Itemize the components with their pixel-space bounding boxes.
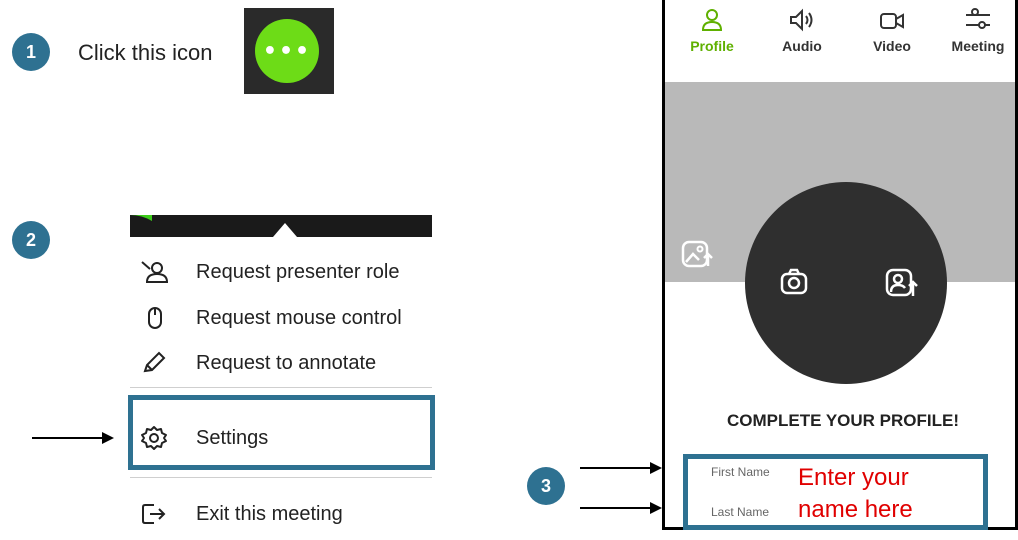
menu-item-request-annotate[interactable]: Request to annotate bbox=[130, 343, 376, 383]
tab-label: Profile bbox=[690, 38, 734, 54]
take-photo-icon[interactable] bbox=[779, 267, 809, 302]
menu-item-label: Exit this meeting bbox=[196, 502, 343, 525]
menu-top-bar bbox=[130, 215, 432, 237]
menu-item-label: Request to annotate bbox=[196, 351, 377, 374]
step1-instruction: Click this icon bbox=[78, 40, 213, 65]
more-options-button[interactable]: ••• bbox=[244, 8, 334, 94]
tab-label: Meeting bbox=[951, 38, 1005, 54]
settings-panel: Profile Audio Video Meeting COMPLETE YOU… bbox=[662, 0, 1018, 530]
menu-divider bbox=[130, 387, 432, 388]
context-menu: Request presenter role Request mouse con… bbox=[130, 215, 432, 540]
upload-banner-icon[interactable] bbox=[681, 240, 713, 273]
name-note-line2: name here bbox=[798, 496, 913, 523]
name-pointer-arrows bbox=[580, 462, 662, 514]
step-badge-2: 2 bbox=[12, 221, 50, 259]
menu-item-request-mouse[interactable]: Request mouse control bbox=[130, 298, 402, 338]
menu-divider bbox=[130, 477, 432, 478]
menu-item-label: Request presenter role bbox=[196, 260, 400, 283]
page-title: COMPLETE YOUR PROFILE! bbox=[726, 411, 960, 430]
tab-video[interactable]: Video bbox=[847, 0, 937, 54]
more-options-icon: ••• bbox=[255, 19, 319, 83]
tab-label: Audio bbox=[782, 38, 822, 54]
step-badge-3: 3 bbox=[527, 467, 565, 505]
name-note-line1: Enter your bbox=[798, 464, 909, 491]
tab-audio[interactable]: Audio bbox=[757, 0, 847, 54]
tab-meeting[interactable]: Meeting bbox=[933, 0, 1015, 54]
speaker-icon bbox=[757, 0, 847, 32]
settings-highlight-box bbox=[128, 395, 435, 470]
upload-photo-icon[interactable] bbox=[885, 268, 919, 303]
exit-icon bbox=[140, 502, 178, 526]
tab-profile[interactable]: Profile bbox=[667, 0, 757, 54]
step-badge-1: 1 bbox=[12, 33, 50, 71]
person-icon bbox=[667, 0, 757, 32]
tab-label: Video bbox=[873, 38, 911, 54]
menu-item-exit-meeting[interactable]: Exit this meeting bbox=[130, 494, 343, 534]
mouse-icon bbox=[140, 306, 178, 330]
sliders-icon bbox=[933, 0, 1015, 32]
camera-icon bbox=[847, 0, 937, 32]
menu-item-label: Request mouse control bbox=[196, 306, 402, 329]
menu-item-request-presenter[interactable]: Request presenter role bbox=[130, 252, 399, 292]
presenter-icon bbox=[140, 260, 178, 284]
settings-pointer-arrow bbox=[32, 432, 114, 444]
pencil-icon bbox=[140, 351, 178, 375]
